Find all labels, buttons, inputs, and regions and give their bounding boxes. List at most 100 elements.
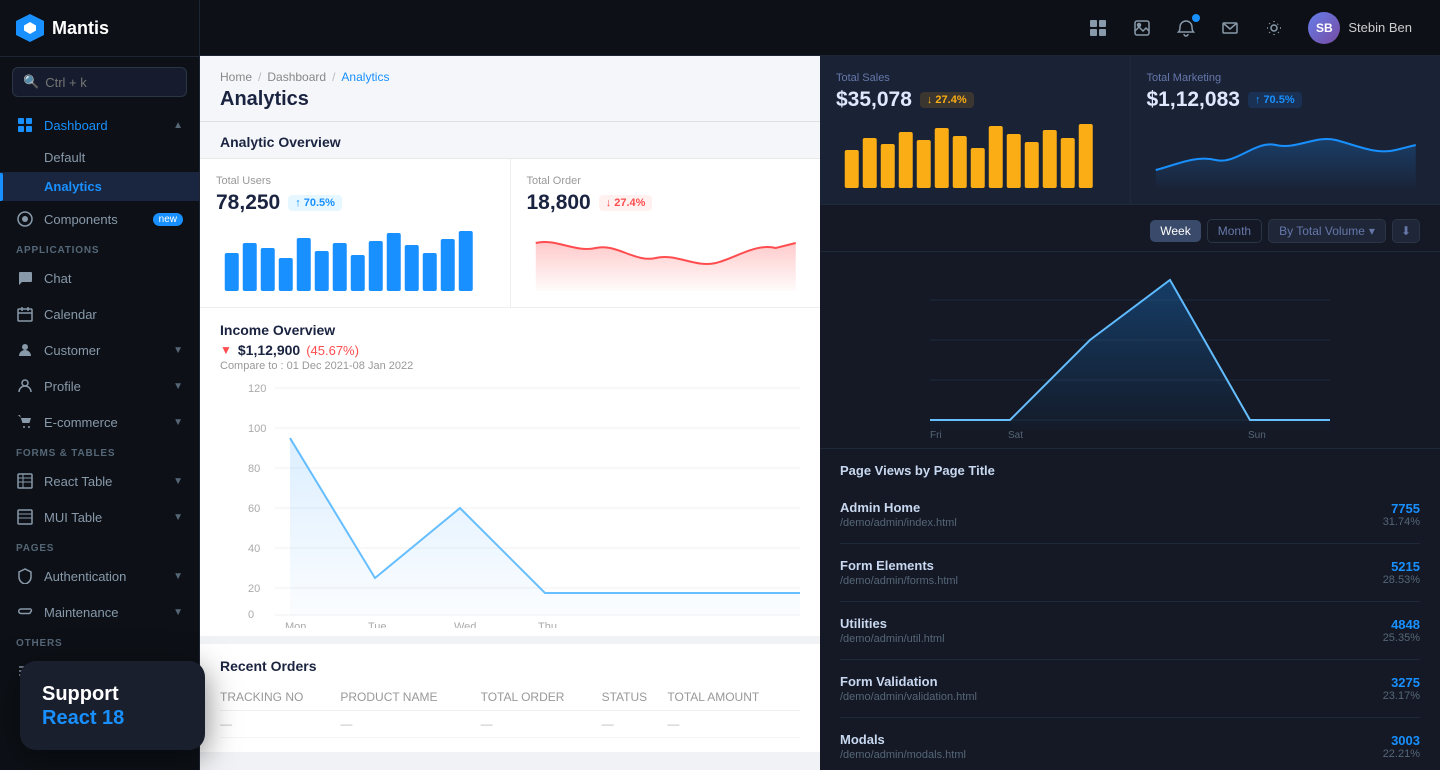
stat-card-sales: Total Sales $35,078 ↓27.4% — [820, 56, 1131, 204]
calendar-icon — [16, 305, 34, 323]
pv-count-4: 3275 — [1383, 675, 1420, 690]
sidebar-item-ecommerce[interactable]: E-commerce ▼ — [0, 404, 199, 440]
pv-name-5: Modals — [840, 732, 1383, 747]
page-header: Home / Dashboard / Analytics Analytics — [200, 56, 820, 122]
pv-url-4: /demo/admin/validation.html — [840, 691, 1383, 703]
sidebar-item-customer[interactable]: Customer ▼ — [0, 332, 199, 368]
logo-icon — [16, 14, 44, 42]
week-button[interactable]: Week — [1150, 220, 1200, 242]
auth-label: Authentication — [44, 569, 163, 584]
stat-card-marketing: Total Marketing $1,12,083 ↑70.5% — [1131, 56, 1440, 204]
chat-label: Chat — [44, 271, 183, 286]
support-badge-line1: Support — [42, 681, 183, 707]
stat-value-row-marketing: $1,12,083 ↑70.5% — [1147, 88, 1425, 112]
page-view-item-5: Modals /demo/admin/modals.html 3003 22.2… — [840, 718, 1420, 770]
svg-text:100: 100 — [248, 423, 266, 435]
area-chart-order — [527, 223, 805, 291]
stat-card-users: Total Users 78,250 ↑70.5% — [200, 159, 511, 307]
breadcrumb-dashboard[interactable]: Dashboard — [267, 70, 326, 84]
stat-value-sales: $35,078 — [836, 88, 912, 112]
ecommerce-label: E-commerce — [44, 415, 163, 430]
search-box[interactable]: 🔍 — [12, 67, 187, 97]
svg-text:0: 0 — [248, 609, 254, 621]
sidebar-sub-default[interactable]: Default — [0, 143, 199, 172]
sidebar-item-calendar[interactable]: Calendar — [0, 296, 199, 332]
sidebar-item-profile[interactable]: Profile ▼ — [0, 368, 199, 404]
pv-url-5: /demo/admin/modals.html — [840, 749, 1383, 761]
dashboard-chevron: ▲ — [173, 120, 183, 131]
sidebar-item-react-table[interactable]: React Table ▼ — [0, 463, 199, 499]
download-button[interactable]: ⬇ — [1392, 219, 1420, 243]
image-icon-button[interactable] — [1124, 10, 1160, 46]
user-menu[interactable]: SB Stebin Ben — [1300, 8, 1420, 48]
down-arrow-order: ↓ — [606, 197, 612, 209]
analytic-overview-title: Analytic Overview — [220, 134, 341, 150]
stat-label-marketing: Total Marketing — [1147, 72, 1425, 84]
svg-text:20: 20 — [248, 583, 260, 595]
bell-badge — [1192, 14, 1200, 22]
col-tracking: TRACKING NO — [220, 684, 340, 711]
sidebar-sub-analytics[interactable]: Analytics — [0, 172, 199, 201]
pv-url-3: /demo/admin/util.html — [840, 633, 1383, 645]
income-arrow: ▼ — [220, 343, 232, 357]
app-name: Mantis — [52, 18, 109, 39]
grid-icon-button[interactable] — [1080, 10, 1116, 46]
sidebar-item-dashboard[interactable]: Dashboard ▲ — [0, 107, 199, 143]
up-arrow-marketing: ↑ — [1255, 94, 1261, 106]
sidebar-item-maintenance[interactable]: Maintenance ▼ — [0, 594, 199, 630]
month-button[interactable]: Month — [1207, 219, 1262, 243]
pv-name-2: Form Elements — [840, 558, 1383, 573]
sidebar-item-mui-table[interactable]: MUI Table ▼ — [0, 499, 199, 535]
user-name: Stebin Ben — [1348, 20, 1412, 35]
search-area: 🔍 — [0, 57, 199, 107]
stat-value-row-users: 78,250 ↑70.5% — [216, 191, 494, 215]
income-amount: $1,12,900 — [238, 342, 300, 358]
income-overview-section: Income Overview ▼ $1,12,900 (45.67%) Com… — [200, 307, 820, 636]
down-arrow-sales: ↓ — [927, 94, 933, 106]
right-panel: Total Sales $35,078 ↓27.4% — [820, 56, 1440, 770]
customer-chevron: ▼ — [173, 345, 183, 356]
pv-name-3: Utilities — [840, 616, 1383, 631]
calendar-label: Calendar — [44, 307, 183, 322]
breadcrumb-home[interactable]: Home — [220, 70, 252, 84]
support-badge[interactable]: Support React 18 — [20, 661, 205, 750]
svg-text:Thu: Thu — [538, 621, 557, 628]
svg-text:Sat: Sat — [1008, 430, 1023, 440]
stat-label-users: Total Users — [216, 175, 494, 187]
svg-text:Wed: Wed — [454, 621, 476, 628]
profile-label: Profile — [44, 379, 163, 394]
stat-card-order: Total Order 18,800 ↓27.4% — [511, 159, 821, 307]
sidebar-logo[interactable]: Mantis — [0, 0, 199, 57]
dark-line-chart: Fri Sat Sun — [840, 260, 1420, 440]
pv-name-1: Admin Home — [840, 500, 1383, 515]
sidebar-item-chat[interactable]: Chat — [0, 260, 199, 296]
stat-value-row-order: 18,800 ↓27.4% — [527, 191, 805, 215]
breadcrumb-sep1: / — [258, 70, 261, 84]
mail-icon-button[interactable] — [1212, 10, 1248, 46]
sidebar-item-components[interactable]: Components new — [0, 201, 199, 237]
dashboard-icon — [16, 116, 34, 134]
stat-value-marketing: $1,12,083 — [1147, 88, 1240, 112]
components-badge: new — [153, 213, 183, 226]
sidebar: Mantis 🔍 Dashboard ▲ Default Analytics C… — [0, 0, 200, 770]
volume-select[interactable]: By Total Volume ▾ — [1268, 219, 1386, 243]
bell-icon-button[interactable] — [1168, 10, 1204, 46]
dark-stats-row: Total Sales $35,078 ↓27.4% — [820, 56, 1440, 205]
auth-icon — [16, 567, 34, 585]
svg-text:120: 120 — [248, 383, 266, 395]
pv-name-4: Form Validation — [840, 674, 1383, 689]
profile-chevron: ▼ — [173, 381, 183, 392]
mui-table-chevron: ▼ — [173, 512, 183, 523]
settings-icon-button[interactable] — [1256, 10, 1292, 46]
col-total-amount: TOTAL AMOUNT — [667, 684, 800, 711]
breadcrumb-current: Analytics — [341, 70, 389, 84]
search-icon: 🔍 — [23, 74, 39, 90]
mui-table-icon — [16, 508, 34, 526]
stat-value-users: 78,250 — [216, 191, 280, 215]
react-table-label: React Table — [44, 474, 163, 489]
left-panel: Home / Dashboard / Analytics Analytics A… — [200, 56, 820, 770]
section-forms: Forms & Tables — [0, 440, 199, 463]
page-view-item-4: Form Validation /demo/admin/validation.h… — [840, 660, 1420, 718]
search-input[interactable] — [45, 75, 176, 90]
sidebar-item-authentication[interactable]: Authentication ▼ — [0, 558, 199, 594]
